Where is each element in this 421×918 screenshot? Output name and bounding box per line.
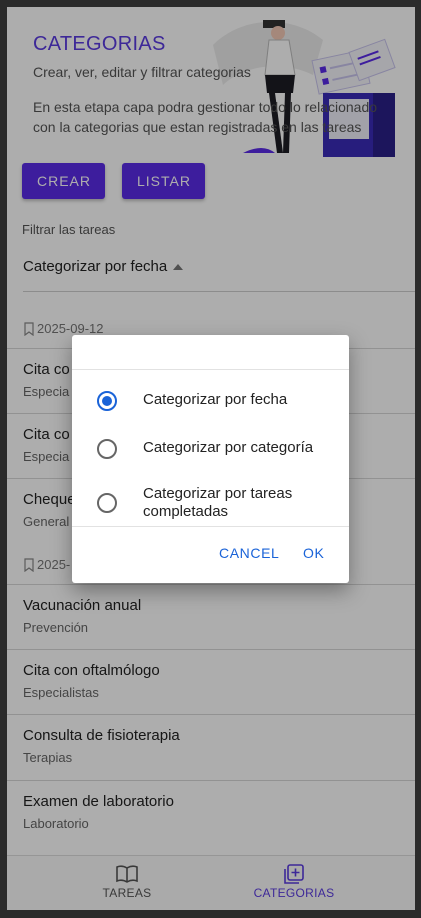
dialog-divider — [72, 526, 349, 527]
categorize-dialog: Categorizar por fecha Categorizar por ca… — [72, 335, 349, 583]
option-label: Categorizar por tareas completadas — [143, 485, 293, 520]
cancel-button[interactable]: CANCEL — [219, 545, 279, 561]
app-screen: CATEGORIAS Crear, ver, editar y filtrar … — [7, 7, 415, 910]
ok-button[interactable]: OK — [303, 545, 324, 561]
option-label: Categorizar por fecha — [143, 391, 288, 408]
radio-unselected[interactable] — [97, 439, 117, 459]
option-label: Categorizar por categoría — [143, 439, 314, 456]
option-by-completed[interactable]: Categorizar por tareas completadas — [72, 477, 349, 521]
radio-selected[interactable] — [97, 391, 117, 411]
radio-unselected[interactable] — [97, 493, 117, 513]
device-frame: CATEGORIAS Crear, ver, editar y filtrar … — [0, 0, 421, 918]
option-by-category[interactable]: Categorizar por categoría — [72, 431, 349, 465]
option-by-date[interactable]: Categorizar por fecha — [72, 383, 349, 417]
dialog-divider — [72, 369, 349, 370]
